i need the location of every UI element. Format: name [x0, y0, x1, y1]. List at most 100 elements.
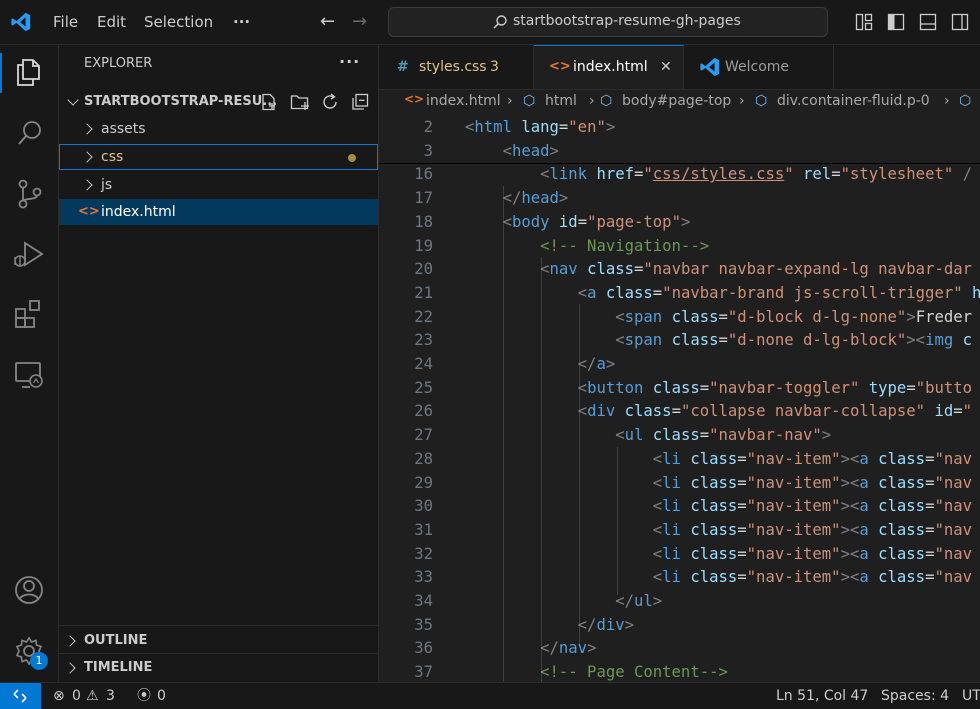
- divider: [59, 625, 378, 626]
- code-text: <li class="nav-item"><a class="nav: [652, 520, 973, 539]
- html-file-icon: <>: [549, 59, 571, 74]
- menu-file[interactable]: File: [53, 0, 78, 44]
- line-number: 30: [414, 497, 433, 516]
- code-line[interactable]: 23 <span class="d-none d-lg-block"><img …: [379, 329, 980, 353]
- vscode-logo-icon[interactable]: [10, 11, 32, 33]
- code-line[interactable]: 22 <span class="d-block d-lg-none">Frede…: [379, 306, 980, 330]
- code-line[interactable]: 27 <ul class="navbar-nav">: [379, 424, 980, 448]
- code-line[interactable]: 16 <link href="css/styles.css" rel="styl…: [379, 163, 980, 187]
- tab-welcome[interactable]: Welcome: [685, 45, 834, 89]
- code-line[interactable]: 2 <html lang="en">: [379, 116, 980, 140]
- code-text: <head>: [502, 141, 559, 160]
- code-line[interactable]: 25 <button class="navbar-toggler" type="…: [379, 377, 980, 401]
- code-line[interactable]: 37 <!-- Page Content-->: [379, 661, 980, 682]
- remote-indicator[interactable]: [0, 683, 41, 709]
- code-line[interactable]: 30 <li class="nav-item"><a class="nav: [379, 495, 980, 519]
- command-center-label: startbootstrap-resume-gh-pages: [513, 13, 741, 29]
- forward-arrow-icon[interactable]: →: [352, 11, 367, 32]
- folder-header[interactable]: STARTBOOTSTRAP-RESU...: [59, 89, 378, 115]
- back-arrow-icon[interactable]: ←: [320, 11, 335, 32]
- code-line[interactable]: 33 <li class="nav-item"><a class="nav: [379, 566, 980, 590]
- indentation[interactable]: Spaces: 4: [881, 683, 949, 709]
- tree-item-label: index.html: [101, 204, 176, 220]
- accounts-icon[interactable]: [14, 575, 44, 605]
- refresh-icon[interactable]: [321, 93, 339, 111]
- timeline-label: TIMELINE: [84, 660, 153, 675]
- code-text: <li class="nav-item"><a class="nav: [652, 497, 973, 516]
- ports-count[interactable]: 0: [157, 683, 166, 709]
- breadcrumb-html[interactable]: html: [545, 93, 577, 109]
- extensions-icon[interactable]: [14, 299, 44, 329]
- toggle-panel-icon[interactable]: [919, 13, 937, 31]
- outline-section[interactable]: OUTLINE: [59, 628, 378, 654]
- code-text: <a class="navbar-brand js-scroll-trigger…: [577, 283, 980, 302]
- chevron-right-icon: [64, 662, 76, 674]
- menu-edit[interactable]: Edit: [97, 0, 126, 44]
- code-line[interactable]: 28 <li class="nav-item"><a class="nav: [379, 448, 980, 472]
- code-editor[interactable]: 2 <html lang="en"> 3 <head> 16 <link href="…: [379, 114, 980, 682]
- source-control-icon[interactable]: [16, 179, 44, 209]
- tab-styles-css[interactable]: # styles.css 3: [379, 45, 534, 89]
- problem-count-badge: 3: [490, 59, 499, 75]
- tree-item-index-html[interactable]: <> index.html: [59, 199, 378, 225]
- code-line[interactable]: 20 <nav class="navbar navbar-expand-lg n…: [379, 258, 980, 282]
- code-line[interactable]: 31 <li class="nav-item"><a class="nav: [379, 519, 980, 543]
- code-line[interactable]: 19 <!-- Navigation-->: [379, 235, 980, 259]
- divider: [59, 653, 378, 654]
- line-number: 19: [414, 236, 433, 255]
- code-line[interactable]: 32 <li class="nav-item"><a class="nav: [379, 543, 980, 567]
- tab-label: Welcome: [725, 59, 790, 75]
- explorer-sidebar: EXPLORER ··· STARTBOOTSTRAP-RESU... asse…: [59, 45, 379, 682]
- breadcrumb-div[interactable]: div.container-fluid.p-0: [777, 93, 930, 109]
- code-line[interactable]: 29 <li class="nav-item"><a class="nav: [379, 472, 980, 496]
- code-text: </div>: [577, 615, 635, 634]
- tree-item-assets[interactable]: assets: [59, 116, 378, 142]
- code-line[interactable]: 35 </div>: [379, 614, 980, 638]
- toggle-sidebar-icon[interactable]: [887, 13, 905, 31]
- cursor-position[interactable]: Ln 51, Col 47: [776, 683, 868, 709]
- code-line[interactable]: 3 <head>: [379, 139, 980, 165]
- code-line[interactable]: 18 <body id="page-top">: [379, 211, 980, 235]
- code-line[interactable]: 17 </head>: [379, 187, 980, 211]
- tree-item-js[interactable]: js: [59, 172, 378, 198]
- code-line[interactable]: 24 </a>: [379, 353, 980, 377]
- tab-index-html[interactable]: <> index.html ✕: [534, 45, 684, 89]
- tree-item-css[interactable]: css: [59, 144, 378, 170]
- line-number: 22: [414, 307, 433, 326]
- breadcrumb-file[interactable]: index.html: [426, 93, 501, 109]
- breadcrumb-body[interactable]: body#page-top: [622, 93, 731, 109]
- encoding[interactable]: UT: [962, 683, 980, 709]
- chevron-right-icon: ›: [589, 93, 595, 109]
- code-line[interactable]: 34 </ul>: [379, 590, 980, 614]
- new-file-icon[interactable]: [260, 93, 278, 111]
- line-number: 23: [414, 331, 433, 350]
- collapse-all-icon[interactable]: [351, 93, 369, 111]
- error-count[interactable]: 0: [72, 683, 81, 709]
- menu-more[interactable]: ···: [233, 0, 250, 44]
- cube-icon: ⬡: [523, 93, 536, 109]
- menu-selection[interactable]: Selection: [144, 0, 213, 44]
- code-line[interactable]: 26 <div class="collapse navbar-collapse"…: [379, 400, 980, 424]
- chevron-down-icon: [67, 94, 79, 106]
- command-center-search[interactable]: startbootstrap-resume-gh-pages: [388, 7, 828, 37]
- code-text: </a>: [577, 355, 616, 373]
- code-line[interactable]: 36 </nav>: [379, 637, 980, 661]
- tree-item-label: css: [101, 149, 124, 165]
- line-number: 25: [414, 378, 433, 397]
- more-actions-icon[interactable]: ···: [339, 52, 360, 71]
- code-text: <span class="d-block d-lg-none">Freder: [615, 307, 973, 326]
- new-folder-icon[interactable]: [290, 93, 310, 111]
- run-debug-icon[interactable]: [12, 240, 46, 270]
- remote-explorer-icon[interactable]: [14, 361, 44, 389]
- search-view-icon[interactable]: [16, 119, 44, 147]
- code-text: </nav>: [540, 639, 597, 658]
- customize-layout-icon[interactable]: [855, 13, 873, 31]
- timeline-section[interactable]: TIMELINE: [59, 655, 378, 681]
- close-icon[interactable]: ✕: [660, 46, 672, 88]
- code-line[interactable]: 21 <a class="navbar-brand js-scroll-trig…: [379, 282, 980, 306]
- toggle-secondary-sidebar-icon[interactable]: [951, 13, 969, 31]
- outline-label: OUTLINE: [84, 633, 148, 648]
- warning-count[interactable]: 3: [106, 683, 115, 709]
- code-text: <span class="d-none d-lg-block"><img c: [615, 331, 973, 350]
- explorer-icon[interactable]: [15, 57, 43, 87]
